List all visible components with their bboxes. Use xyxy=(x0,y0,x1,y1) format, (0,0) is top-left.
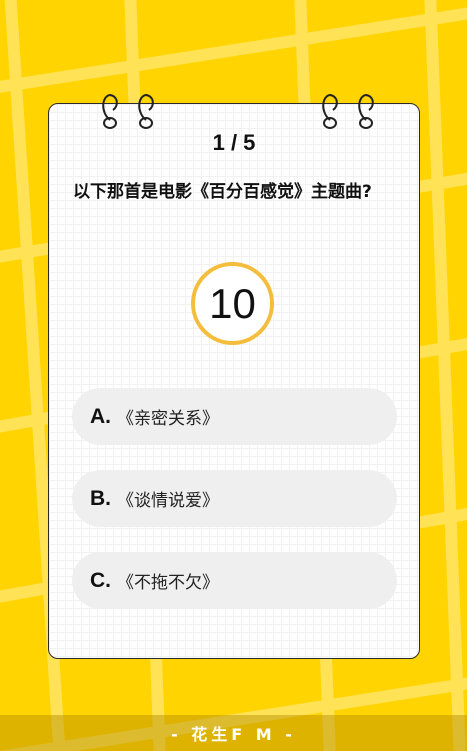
option-letter: A. xyxy=(90,404,111,428)
option-text: 《不拖不欠》 xyxy=(117,573,219,593)
countdown-timer: 10 xyxy=(191,262,274,345)
question-counter: 1 / 5 xyxy=(212,130,256,155)
option-text: 《亲密关系》 xyxy=(117,409,219,429)
question-text: 以下那首是电影《百分百感觉》主题曲? xyxy=(73,182,372,202)
option-b-button[interactable]: B. 《谈情说爱》 xyxy=(72,470,397,527)
option-a-button[interactable]: A. 《亲密关系》 xyxy=(72,388,397,445)
option-letter: B. xyxy=(90,486,111,510)
option-c-button[interactable]: C. 《不拖不欠》 xyxy=(72,552,397,609)
option-text: 《谈情说爱》 xyxy=(117,491,219,511)
timer-value: 10 xyxy=(209,279,256,327)
footer-label: - 花生F M - xyxy=(171,725,296,744)
option-letter: C. xyxy=(90,568,111,592)
footer-brand: - 花生F M - xyxy=(0,715,467,751)
